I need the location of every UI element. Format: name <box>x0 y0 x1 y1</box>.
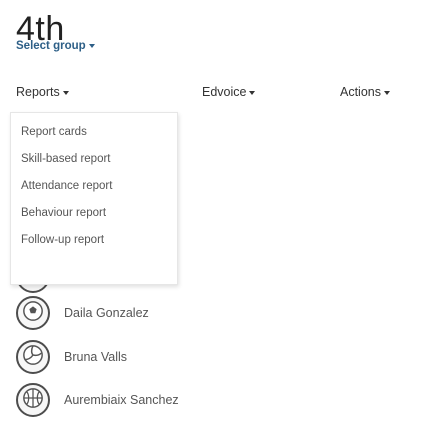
actions-menu-label: Actions <box>340 85 381 99</box>
menu-item-attendance-report[interactable]: Attendance report <box>11 173 177 200</box>
reports-menu-label: Reports <box>16 85 60 99</box>
menu-item-behaviour-report[interactable]: Behaviour report <box>11 200 177 227</box>
student-row[interactable]: Aurembiaix Sanchez <box>16 380 179 420</box>
menu-item-follow-up-report[interactable]: Follow-up report <box>11 227 177 254</box>
chevron-down-icon <box>62 90 69 95</box>
student-row[interactable]: Bruna Valls <box>16 337 127 377</box>
volleyball-icon <box>22 344 44 371</box>
actions-menu-button[interactable]: Actions <box>340 85 390 99</box>
edvoice-menu-label: Edvoice <box>202 85 247 99</box>
chevron-down-icon <box>384 90 390 95</box>
chevron-down-icon <box>88 43 95 48</box>
select-group-dropdown[interactable]: Select group <box>16 40 95 52</box>
menu-item-report-cards[interactable]: Report cards <box>11 119 177 146</box>
student-name: Bruna Valls <box>64 350 127 364</box>
student-row[interactable]: Daila Gonzalez <box>16 293 149 333</box>
avatar <box>16 296 50 330</box>
chevron-down-icon <box>249 90 256 95</box>
student-name: Daila Gonzalez <box>64 306 149 320</box>
select-group-label: Select group <box>16 40 86 52</box>
student-name: Aurembiaix Sanchez <box>64 393 179 407</box>
football-icon <box>22 300 44 327</box>
avatar <box>16 340 50 374</box>
menu-item-skill-based-report[interactable]: Skill-based report <box>11 146 177 173</box>
avatar <box>16 383 50 417</box>
reports-menu-button[interactable]: Reports <box>16 85 69 99</box>
reports-dropdown-menu: Report cards Skill-based report Attendan… <box>10 112 178 285</box>
basketball-icon <box>22 387 44 414</box>
edvoice-menu-button[interactable]: Edvoice <box>202 85 256 99</box>
